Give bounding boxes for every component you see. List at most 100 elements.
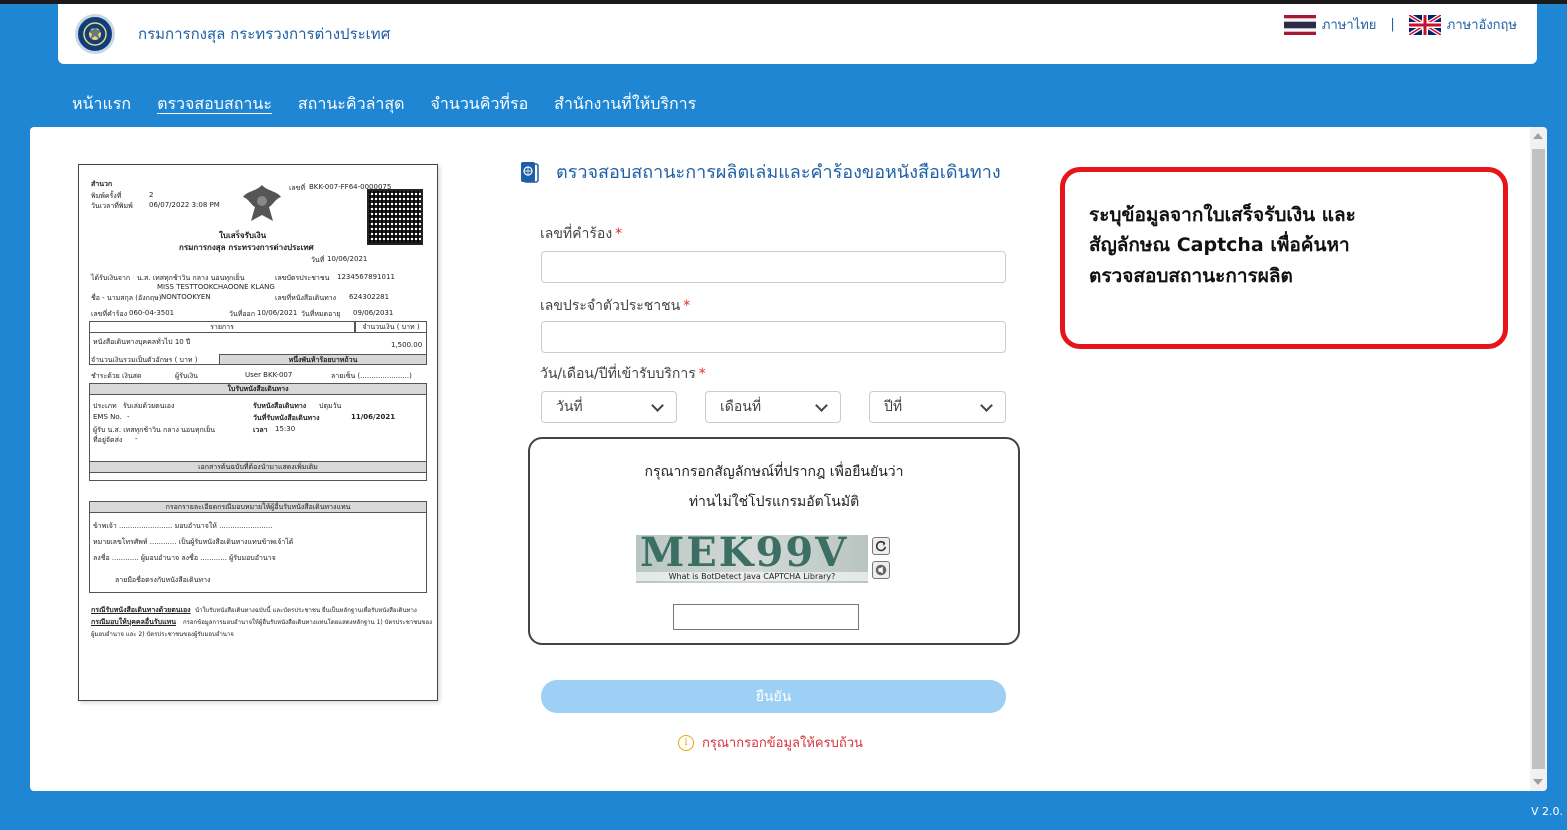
refresh-captcha-icon[interactable] xyxy=(872,537,890,555)
info-icon: i xyxy=(678,734,694,751)
receipt-org: กรมการกงสุล กระทรวงการต่างประเทศ xyxy=(179,243,314,252)
audio-captcha-icon[interactable] xyxy=(872,561,890,579)
garuda-emblem-icon xyxy=(243,185,281,221)
receipt-name-label: ชื่อ - นามสกุล (อังกฤษ) xyxy=(91,294,162,302)
receipt-sign: ลายเซ็น (......................) xyxy=(331,372,412,380)
receipt-time: 15:30 xyxy=(275,425,296,433)
receipt-date-label: วันที่ xyxy=(311,256,325,264)
service-date-label: วัน/เดือน/ปีที่เข้ารับบริการ * xyxy=(540,363,706,385)
receipt-print-date: 06/07/2022 3:08 PM xyxy=(149,201,220,209)
receipt-name-en: NONTOOKYEN xyxy=(161,293,211,301)
emblem-icon xyxy=(83,22,107,46)
receipt-foot3: ผู้มอบอำนาจ และ 2) บัตรประชาชนของผู้รับม… xyxy=(91,631,234,638)
receipt-pickup-date: 11/06/2021 xyxy=(351,413,396,421)
nav-check-status[interactable]: ตรวจสอบสถานะ xyxy=(157,92,272,117)
receipt-sample-image: สำนวก พิมพ์ครั้งที่ 2 วันเวลาที่พิมพ์ 06… xyxy=(78,164,438,701)
receipt-id-label: เลขบัตรประชาชน xyxy=(275,274,330,282)
department-name: กรมการกงสุล กระทรวงการต่างประเทศ xyxy=(138,25,391,43)
validation-warning: i กรุณากรอกข้อมูลให้ครบถ้วน xyxy=(678,732,863,753)
receipt-proxy-line2: หมายเลขโทรศัพท์ ............ เป็นผู้รับห… xyxy=(93,538,294,546)
receipt-total-words: หนึ่งพันห้าร้อยบาทถ้วน xyxy=(219,354,427,365)
main-nav: หน้าแรก ตรวจสอบสถานะ สถานะคิวล่าสุด จำนว… xyxy=(72,92,722,117)
nav-home[interactable]: หน้าแรก xyxy=(72,92,131,117)
receipt-docs-title: เอกสารต้นฉบับที่ต้องนำมาแสดงเพิ่มเติม xyxy=(89,461,427,473)
receipt-pickup-place: ปตุมวัน xyxy=(319,402,342,410)
receipt-address: - xyxy=(135,435,138,443)
receipt-date: 10/06/2021 xyxy=(327,255,368,263)
captcha-caption-link[interactable]: What is BotDetect Java CAPTCHA Library? xyxy=(636,572,868,581)
form-title-text: ตรวจสอบสถานะการผลิตเล่มและคำร้องขอหนังสื… xyxy=(556,162,1001,183)
request-no-input[interactable] xyxy=(541,251,1006,283)
month-select-value: เดือนที่ xyxy=(720,399,762,415)
service-date-label-text: วัน/เดือน/ปีที่เข้ารับบริการ xyxy=(540,366,696,382)
passport-icon xyxy=(521,161,539,183)
receipt-req-label: เลขที่คำร้อง xyxy=(91,310,128,318)
receipt-proxy-line4: ลายมือชื่อตรงกับหนังสือเดินทาง xyxy=(115,576,211,584)
month-select[interactable]: เดือนที่ xyxy=(705,391,841,423)
receipt-proxy-title: กรอกรายละเอียดกรณีมอบหมายให้ผู้อื่นรับหน… xyxy=(89,501,427,513)
thai-flag-icon[interactable] xyxy=(1283,14,1316,35)
receipt-payer-en: MISS TESTTOOKCHAOONE KLANG xyxy=(157,283,275,291)
receipt-pickup-type-label: ประเภท xyxy=(93,402,117,410)
uk-flag-icon[interactable] xyxy=(1408,14,1441,35)
citizen-id-label: เลขประจำตัวประชาชน * xyxy=(540,295,690,317)
main-content: สำนวก พิมพ์ครั้งที่ 2 วันเวลาที่พิมพ์ 06… xyxy=(30,127,1547,791)
submit-button[interactable]: ยืนยัน xyxy=(541,680,1006,713)
receipt-col-item: รายการ xyxy=(89,321,355,333)
chevron-down-icon xyxy=(651,398,664,412)
receipt-total-words-label: จำนวนเงินรวมเป็นตัวอักษร ( บาท ) xyxy=(91,356,198,364)
receipt-expire-label: วันที่หมดอายุ xyxy=(301,310,341,318)
vertical-scrollbar[interactable] xyxy=(1530,127,1547,791)
receipt-col-amount: จำนวนเงิน ( บาท ) xyxy=(355,321,427,333)
citizen-id-input[interactable] xyxy=(541,321,1006,353)
receipt-proxy-line1: ข้าพเจ้า ........................ มอบอำน… xyxy=(93,522,273,530)
captcha-characters: MEK99V xyxy=(640,535,849,576)
receipt-foot2-label: กรณีมอบให้บุคคลอื่นรับแทน xyxy=(91,618,176,626)
captcha-prompt-2: ท่านไม่ใช่โปรแกรมอัตโนมัติ xyxy=(688,494,860,510)
nav-service-offices[interactable]: สำนักงานที่ให้บริการ xyxy=(554,92,696,117)
receipt-user: User BKK-007 xyxy=(245,371,293,379)
receipt-print-date-label: วันเวลาที่พิมพ์ xyxy=(91,202,133,210)
year-select-value: ปีที่ xyxy=(884,399,903,415)
receipt-proxy-line3: ลงชื่อ ............ ผู้มอบอำนาจ ลงชื่อ .… xyxy=(93,554,276,562)
request-no-label: เลขที่คำร้อง * xyxy=(540,223,622,245)
receipt-passport-label: เลขที่หนังสือเดินทาง xyxy=(275,294,337,302)
receipt-id: 1234567891011 xyxy=(337,273,395,281)
receipt-cashier: ผู้รับเงิน xyxy=(175,372,198,380)
lang-thai-link[interactable]: ภาษาไทย xyxy=(1322,14,1376,35)
receipt-req-no: 060-04-3501 xyxy=(129,309,175,317)
receipt-office-label: สำนวก xyxy=(91,180,113,188)
year-select[interactable]: ปีที่ xyxy=(869,391,1006,423)
captcha-image: MEK99V What is BotDetect Java CAPTCHA Li… xyxy=(636,535,868,583)
receipt-amount1: 1,500.00 xyxy=(391,341,423,349)
receipt-passport: 624302281 xyxy=(349,293,390,301)
receipt-expire: 09/06/2031 xyxy=(353,309,394,317)
scroll-thumb[interactable] xyxy=(1532,149,1545,769)
request-no-label-text: เลขที่คำร้อง xyxy=(540,226,613,242)
captcha-panel: กรุณากรอกสัญลักษณ์ที่ปรากฎ เพื่อยืนยันว่… xyxy=(528,437,1020,645)
lang-english-link[interactable]: ภาษาอังกฤษ xyxy=(1447,14,1517,35)
receipt-issue: 10/06/2021 xyxy=(257,309,298,317)
day-select[interactable]: วันที่ xyxy=(541,391,677,423)
callout-line-2: สัญลักษณ Captcha เพื่อค้นหา xyxy=(1089,234,1350,257)
receipt-pickup-date-label: วันที่รับหนังสือเดินทาง xyxy=(253,414,320,422)
receipt-pickup-title: ใบรับหนังสือเดินทาง xyxy=(89,383,427,395)
captcha-input[interactable] xyxy=(673,604,859,630)
scroll-down-arrow-icon[interactable] xyxy=(1533,779,1543,785)
receipt-pay-by: ชำระด้วย เงินสด xyxy=(91,372,142,380)
nav-latest-queue[interactable]: สถานะคิวล่าสุด xyxy=(298,92,405,117)
site-header: กรมการกงสุล กระทรวงการต่างประเทศ ภาษาไทย… xyxy=(58,4,1537,64)
receipt-issue-label: วันที่ออก xyxy=(229,310,255,318)
form-title: ตรวจสอบสถานะการผลิตเล่มและคำร้องขอหนังสื… xyxy=(516,157,1001,186)
receipt-ems: - xyxy=(127,413,130,421)
scroll-up-arrow-icon[interactable] xyxy=(1533,133,1543,139)
callout-line-3: ตรวจสอบสถานะการผลิต xyxy=(1089,264,1293,287)
ministry-logo xyxy=(75,14,115,54)
receipt-item1: หนังสือเดินทางบุคคลทั่วไป 10 ปี xyxy=(93,338,191,346)
qr-code xyxy=(367,189,423,245)
receipt-received-from: ได้รับเงินจาก xyxy=(91,274,131,282)
nav-waiting-queue[interactable]: จำนวนคิวที่รอ xyxy=(431,92,529,117)
chevron-down-icon xyxy=(980,398,993,412)
receipt-ems-label: EMS No. xyxy=(93,413,122,421)
required-mark: * xyxy=(615,226,623,242)
